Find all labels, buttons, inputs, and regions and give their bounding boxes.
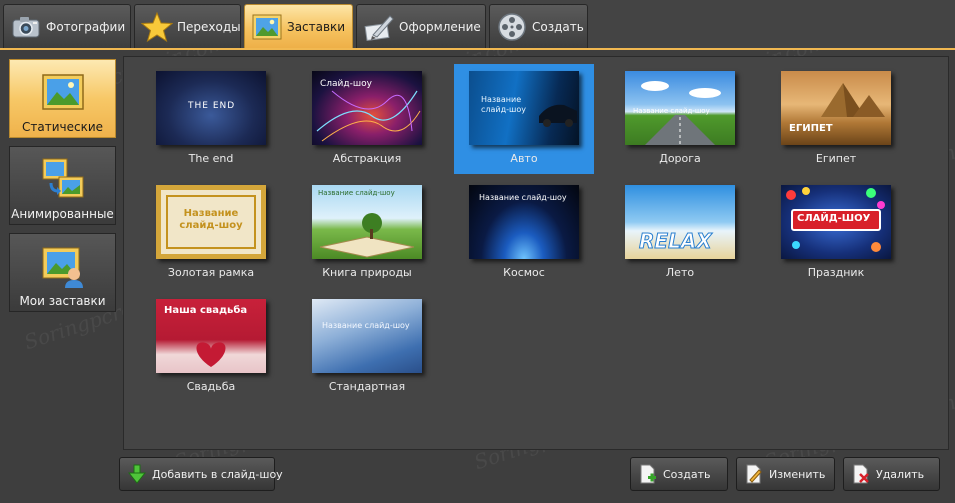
tab-transitions[interactable]: Переходы bbox=[134, 4, 241, 48]
template-caption: Праздник bbox=[807, 266, 865, 279]
template-wedding[interactable]: Наша свадьба Свадьба bbox=[141, 292, 281, 402]
template-egypt[interactable]: ЕГИПЕТ Египет bbox=[766, 64, 906, 174]
star-icon bbox=[140, 11, 174, 43]
tab-design-label: Оформление bbox=[399, 19, 481, 34]
delete-label: Удалить bbox=[876, 467, 925, 481]
static-picture-icon bbox=[41, 70, 85, 114]
tab-create[interactable]: Создать bbox=[489, 4, 588, 48]
edit-label: Изменить bbox=[769, 467, 826, 481]
template-caption: Абстракция bbox=[332, 152, 402, 165]
create-button[interactable]: Создать bbox=[630, 457, 728, 491]
template-auto[interactable]: Название слайд-шоу Авто bbox=[454, 64, 594, 174]
tab-underline bbox=[0, 48, 955, 50]
templates-panel: THE END The end Слайд-шоу Абстракция Наз… bbox=[123, 56, 949, 450]
download-arrow-icon bbox=[127, 464, 147, 484]
template-thumbnail: Название слайд-шоу bbox=[469, 185, 579, 259]
tab-transitions-label: Переходы bbox=[177, 19, 241, 34]
template-caption: Дорога bbox=[659, 152, 701, 165]
template-thumbnail: Название слайд-шоу bbox=[156, 185, 266, 259]
add-to-slideshow-button[interactable]: Добавить в слайд-шоу bbox=[119, 457, 283, 491]
template-road[interactable]: Название слайд-шоу Дорога bbox=[610, 64, 750, 174]
sidebar-item-my-screensavers[interactable]: Мои заставки bbox=[9, 233, 116, 312]
film-reel-icon bbox=[496, 11, 528, 43]
template-thumbnail: Слайд-шоу bbox=[312, 71, 422, 145]
tab-screensavers[interactable]: Заставки bbox=[244, 4, 353, 48]
template-thumbnail: Название слайд-шоу bbox=[312, 185, 422, 259]
sidebar-animated-label: Анимированные bbox=[11, 207, 114, 221]
template-caption: Авто bbox=[510, 152, 538, 165]
tab-photos-label: Фотографии bbox=[46, 19, 126, 34]
template-nature-book[interactable]: Название слайд-шоу Книга природы bbox=[297, 178, 437, 288]
sidebar-item-animated[interactable]: Анимированные bbox=[9, 146, 116, 225]
template-caption: Золотая рамка bbox=[167, 266, 255, 279]
template-gold-frame[interactable]: Название слайд-шоу Золотая рамка bbox=[141, 178, 281, 288]
template-standard[interactable]: Название слайд-шоу Стандартная bbox=[297, 292, 437, 402]
template-thumbnail: Название слайд-шоу bbox=[625, 71, 735, 145]
tab-design[interactable]: Оформление bbox=[356, 4, 486, 48]
add-to-slideshow-label: Добавить в слайд-шоу bbox=[152, 467, 283, 481]
tab-create-label: Создать bbox=[532, 19, 584, 34]
template-caption: Книга природы bbox=[322, 266, 412, 279]
edit-button[interactable]: Изменить bbox=[736, 457, 835, 491]
template-caption: The end bbox=[188, 152, 234, 165]
delete-button[interactable]: Удалить bbox=[843, 457, 940, 491]
edit-document-icon bbox=[745, 464, 763, 484]
template-thumbnail: СЛАЙД-ШОУ bbox=[781, 185, 891, 259]
new-document-icon bbox=[639, 464, 657, 484]
template-caption: Свадьба bbox=[186, 380, 236, 393]
template-caption: Египет bbox=[815, 152, 857, 165]
template-caption: Космос bbox=[503, 266, 545, 279]
create-label: Создать bbox=[663, 467, 711, 481]
template-summer[interactable]: RELAX Лето bbox=[610, 178, 750, 288]
template-abstraction[interactable]: Слайд-шоу Абстракция bbox=[297, 64, 437, 174]
sidebar-static-label: Статические bbox=[21, 120, 103, 134]
template-thumbnail: ЕГИПЕТ bbox=[781, 71, 891, 145]
template-thumbnail: RELAX bbox=[625, 185, 735, 259]
template-thumbnail: Наша свадьба bbox=[156, 299, 266, 373]
template-caption: Стандартная bbox=[328, 380, 406, 393]
template-holiday[interactable]: СЛАЙД-ШОУ Праздник bbox=[766, 178, 906, 288]
sidebar-my-label: Мои заставки bbox=[19, 294, 106, 308]
template-the-end[interactable]: THE END The end bbox=[141, 64, 281, 174]
template-thumbnail: Название слайд-шоу bbox=[312, 299, 422, 373]
paint-icon bbox=[363, 11, 395, 43]
tab-screensavers-label: Заставки bbox=[287, 19, 346, 34]
sidebar-item-static[interactable]: Статические bbox=[9, 59, 116, 138]
picture-icon bbox=[251, 11, 283, 43]
main-tab-bar: Фотографии Переходы Заставки Оформление … bbox=[0, 0, 955, 50]
tab-photos[interactable]: Фотографии bbox=[3, 4, 131, 48]
template-space[interactable]: Название слайд-шоу Космос bbox=[454, 178, 594, 288]
delete-document-icon bbox=[852, 464, 870, 484]
user-picture-icon bbox=[41, 244, 85, 288]
animated-pictures-icon bbox=[41, 157, 85, 201]
template-thumbnail: THE END bbox=[156, 71, 266, 145]
camera-icon bbox=[10, 11, 42, 43]
template-caption: Лето bbox=[665, 266, 695, 279]
template-thumbnail: Название слайд-шоу bbox=[469, 71, 579, 145]
